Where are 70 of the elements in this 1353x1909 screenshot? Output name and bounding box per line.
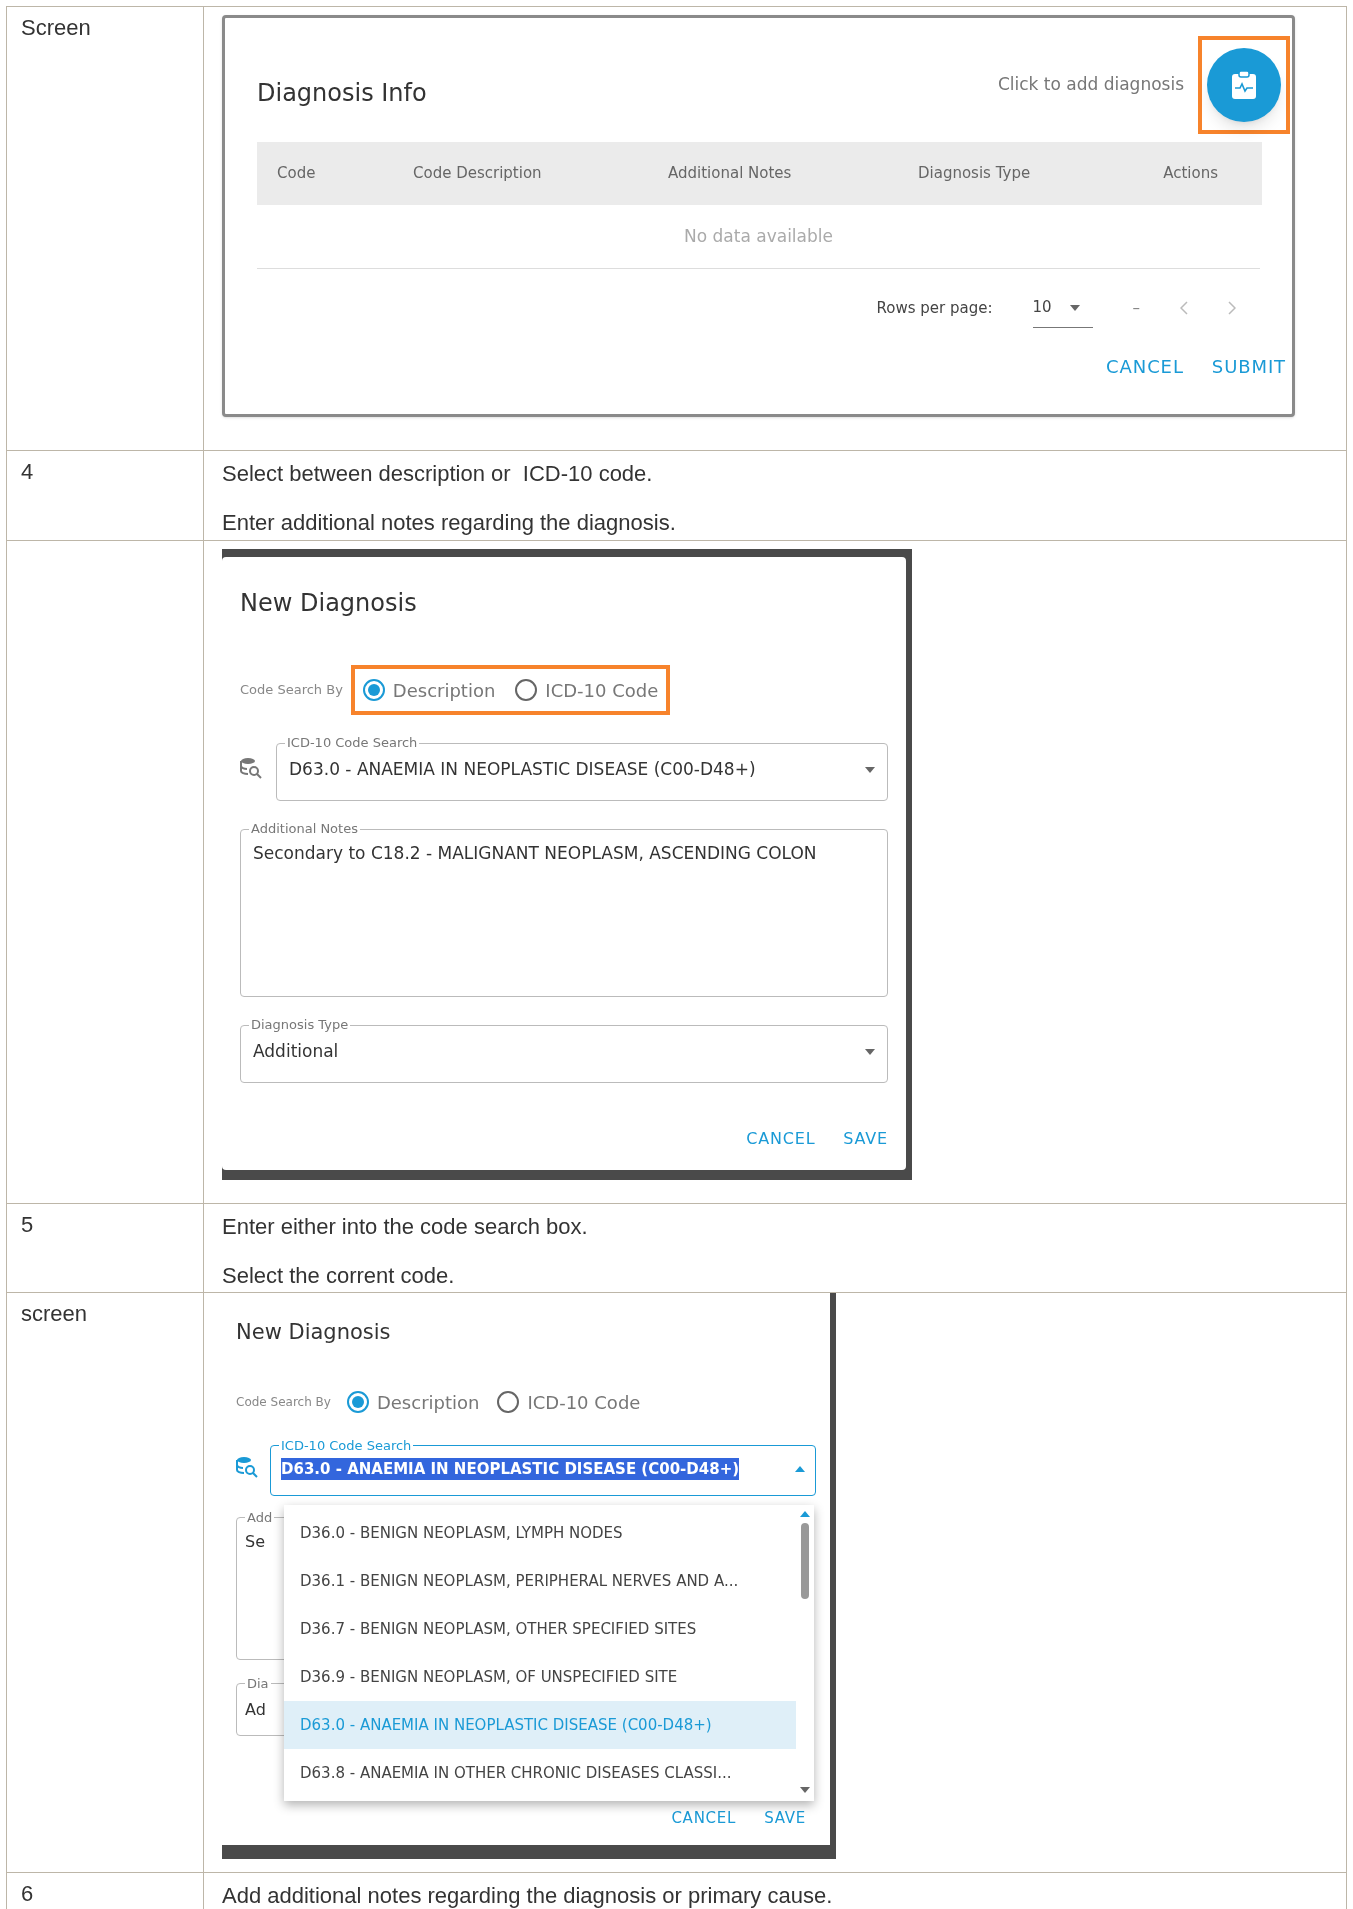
caret-icon: [795, 1465, 805, 1472]
database-search-icon: [236, 1454, 258, 1479]
field-label: Additional Notes: [250, 821, 359, 837]
dialog-title: New Diagnosis: [236, 1319, 392, 1346]
field-label: ICD-10 Code Search: [280, 1437, 413, 1454]
radio-option[interactable]: Description: [346, 1388, 480, 1416]
hint-text: Click to add diagnosis: [997, 73, 1184, 97]
step-text: Add additional notes regarding the diagnosis or primary cause.: [222, 1882, 834, 1909]
step-text: Select between description or ICD-10 code.: [222, 460, 654, 488]
dropdown-option[interactable]: D63.8 - ANAEMIA IN OTHER CHRONIC DISEASES CLASSI...: [284, 1749, 796, 1797]
row-label: 4: [21, 459, 34, 484]
column-header: Actions: [1162, 163, 1219, 185]
caret-icon: [800, 1787, 810, 1793]
outlined-field[interactable]: Diagnosis Type Additional: [240, 1017, 888, 1083]
rows-per-page-select[interactable]: 10: [1032, 288, 1093, 328]
dropdown-option[interactable]: D36.9 - BENIGN NEOPLASM, OF UNSPECIFIED SITE: [284, 1653, 796, 1701]
row-label: 6: [21, 1881, 34, 1906]
dialog-action-button[interactable]: SUBMIT: [1211, 353, 1286, 380]
row-label: Screen: [21, 15, 91, 40]
dialog-action-button[interactable]: CANCEL: [671, 1806, 737, 1829]
step-text: Enter additional notes regarding the diagnosis.: [222, 509, 677, 537]
field-label: Diagnosis Type: [250, 1017, 350, 1033]
diagnosis-type-value: Ad: [245, 1699, 266, 1719]
column-header: Code Description: [413, 163, 543, 185]
caret-icon: [800, 1511, 810, 1517]
dialog-title: Diagnosis Info: [257, 78, 427, 109]
empty-table-text: No data available: [684, 224, 833, 248]
dialog-action-button[interactable]: CANCEL: [746, 1127, 816, 1151]
notes-value: Secondary to C18.2 - MALIGNANT NEOPLASM, ASCENDING COLON: [253, 843, 817, 863]
add-diagnosis-button[interactable]: [1207, 48, 1281, 122]
code-search-by-label: Code Search By: [236, 1394, 331, 1411]
dropdown-option[interactable]: D36.1 - BENIGN NEOPLASM, PERIPHERAL NERVES AND A...: [284, 1557, 796, 1605]
code-search-value: D63.0 - ANAEMIA IN NEOPLASTIC DISEASE (C00-D48+): [289, 758, 756, 781]
outlined-field[interactable]: Additional Notes Secondary to C18.2 - MALIGNANT NEOPLASM, ASCENDING COLON: [240, 821, 888, 997]
outlined-field[interactable]: ICD-10 Code Search D63.0 - ANAEMIA IN NEOPLASTIC DISEASE (C00-D48+): [276, 735, 888, 801]
scrollbar-thumb[interactable]: [801, 1523, 809, 1599]
field-label: Dia: [246, 1675, 270, 1692]
row-label: 5: [21, 1212, 34, 1237]
step-text: Select the corrent code.: [222, 1262, 456, 1290]
database-search-icon: [240, 756, 262, 780]
next-page-icon[interactable]: [1228, 301, 1236, 315]
clipboard-pulse-icon: [1231, 70, 1257, 100]
dialog-action-button[interactable]: SAVE: [764, 1806, 806, 1829]
caret-icon: [865, 766, 875, 773]
dialog-title: New Diagnosis: [240, 588, 418, 619]
field-label: Add: [246, 1509, 274, 1526]
page-range-text: –: [1132, 297, 1140, 319]
dropdown-option[interactable]: D36.7 - BENIGN NEOPLASM, OTHER SPECIFIED SITES: [284, 1605, 796, 1653]
caret-icon: [1069, 304, 1080, 311]
row-label: screen: [21, 1301, 88, 1326]
dropdown-option[interactable]: D63.0 - ANAEMIA IN NEOPLASTIC DISEASE (C00-D48+): [284, 1701, 796, 1749]
caret-icon: [865, 1048, 875, 1055]
notes-value: Se: [245, 1531, 265, 1551]
outlined-field[interactable]: ICD-10 Code Search D63.0 - ANAEMIA IN NEOPLASTIC DISEASE (C00-D48+): [270, 1437, 816, 1496]
step-text: Enter either into the code search box.: [222, 1213, 589, 1241]
radio-option[interactable]: ICD-10 Code: [497, 1388, 641, 1416]
dialog-action-button[interactable]: SAVE: [843, 1127, 888, 1151]
column-header: Additional Notes: [668, 163, 793, 185]
diagnosis-type-value: Additional: [253, 1040, 339, 1063]
column-header: Code: [277, 163, 317, 185]
field-label: ICD-10 Code Search: [286, 735, 419, 751]
code-search-value[interactable]: D63.0 - ANAEMIA IN NEOPLASTIC DISEASE (C00-D48+): [281, 1457, 740, 1480]
previous-page-icon[interactable]: [1180, 301, 1188, 315]
code-search-by-label: Code Search By: [240, 681, 343, 700]
radio-option[interactable]: Description: [362, 676, 496, 704]
radio-option[interactable]: ICD-10 Code: [515, 676, 659, 704]
dropdown-option[interactable]: D36.0 - BENIGN NEOPLASM, LYMPH NODES: [284, 1509, 796, 1557]
rows-per-page-label: Rows per page:: [876, 297, 993, 319]
dialog-action-button[interactable]: CANCEL: [1106, 353, 1184, 380]
column-header: Diagnosis Type: [918, 163, 1032, 185]
